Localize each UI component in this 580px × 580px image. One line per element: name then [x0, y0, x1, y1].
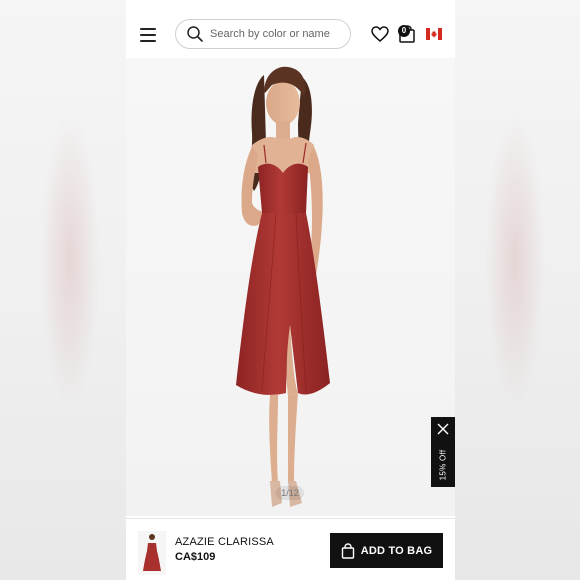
hamburger-menu-icon[interactable]	[140, 28, 156, 42]
background-blur-left	[0, 0, 126, 580]
background-blur-right	[455, 0, 580, 580]
background-dress-shadow	[485, 110, 545, 410]
discount-label: 15% Off	[438, 449, 448, 481]
add-to-bag-label: ADD TO BAG	[360, 544, 433, 557]
canada-flag-icon[interactable]	[426, 28, 442, 40]
bag-icon	[341, 542, 354, 559]
image-counter: 1/12	[276, 486, 304, 500]
product-photo-model-dress	[236, 66, 330, 507]
top-header: 0	[126, 12, 455, 58]
bag-count-badge: 0	[398, 25, 410, 37]
search-input[interactable]	[210, 28, 340, 40]
close-icon[interactable]	[437, 423, 449, 435]
product-price: CA$109	[175, 551, 216, 563]
search-icon	[187, 26, 203, 42]
wishlist-heart-icon[interactable]	[371, 26, 389, 42]
sticky-purchase-bar: AZAZIE CLARISSA CA$109 ADD TO BAG	[126, 518, 455, 580]
add-to-bag-button[interactable]: ADD TO BAG	[330, 533, 443, 568]
phone-screen: 0	[126, 12, 455, 580]
product-name: AZAZIE CLARISSA	[175, 536, 274, 548]
background-dress-shadow	[40, 110, 100, 410]
discount-tab[interactable]: 15% Off	[431, 417, 455, 487]
product-thumbnail[interactable]	[138, 531, 166, 575]
search-bar[interactable]	[175, 19, 351, 49]
product-image-gallery[interactable]: 1/12 15% Off	[126, 58, 455, 516]
